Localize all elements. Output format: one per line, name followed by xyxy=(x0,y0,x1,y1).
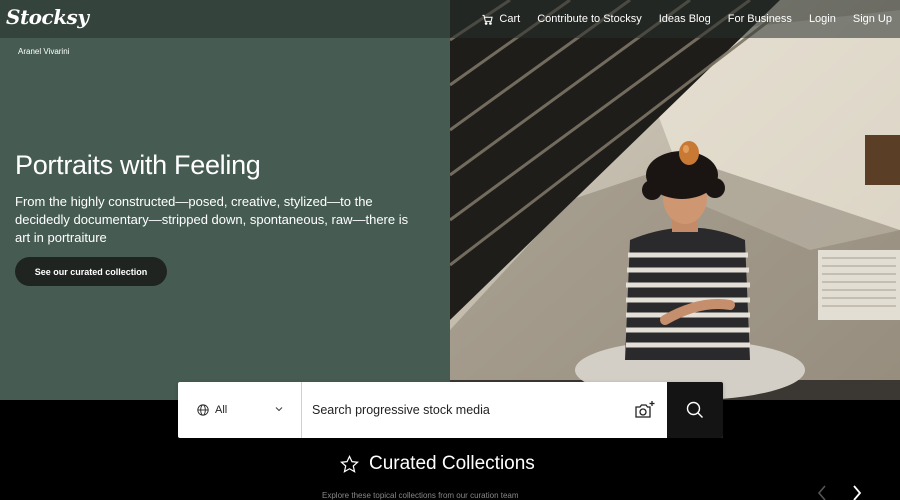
star-icon xyxy=(340,454,359,473)
nav-link-ideas-blog[interactable]: Ideas Blog xyxy=(659,13,711,25)
cart-link[interactable]: Cart xyxy=(482,13,520,25)
visual-search-button[interactable] xyxy=(623,382,667,438)
nav-links: Cart Contribute to Stocksy Ideas Blog Fo… xyxy=(482,0,892,38)
search-bar: All xyxy=(178,382,723,438)
curated-collection-button[interactable]: See our curated collection xyxy=(15,257,167,286)
curated-collections-subtitle: Explore these topical collections from o… xyxy=(322,491,519,500)
top-nav: Stocksy Cart Contribute to Stocksy Ideas… xyxy=(0,0,900,38)
hero-title: Portraits with Feeling xyxy=(15,150,261,180)
hero-panel: Aranel Vivarini Portraits with Feeling F… xyxy=(0,0,450,400)
nav-link-login[interactable]: Login xyxy=(809,13,836,25)
search-scope-dropdown[interactable]: All xyxy=(178,382,302,438)
portrait-photo xyxy=(450,0,900,400)
curated-collections-title: Curated Collections xyxy=(369,453,535,474)
globe-icon xyxy=(197,404,209,416)
hero-image xyxy=(450,0,900,400)
chevron-left-icon xyxy=(817,485,826,500)
nav-link-sign-up[interactable]: Sign Up xyxy=(853,13,892,25)
nav-link-for-business[interactable]: For Business xyxy=(728,13,792,25)
chevron-down-icon xyxy=(275,407,283,412)
photo-credit[interactable]: Aranel Vivarini xyxy=(18,47,69,56)
chevron-right-icon xyxy=(853,485,862,500)
search-scope-label: All xyxy=(215,404,228,416)
hero-description: From the highly constructed—posed, creat… xyxy=(15,194,409,245)
search-submit-button[interactable] xyxy=(667,382,723,438)
cart-icon xyxy=(482,14,494,25)
carousel-next-button[interactable] xyxy=(851,484,863,500)
search-icon xyxy=(686,401,703,418)
stocksy-logo[interactable]: Stocksy xyxy=(6,5,89,29)
nav-link-contribute[interactable]: Contribute to Stocksy xyxy=(537,13,642,25)
search-input[interactable] xyxy=(302,382,623,438)
cart-label: Cart xyxy=(499,13,521,25)
camera-plus-icon xyxy=(635,401,655,418)
carousel-prev-button[interactable] xyxy=(816,484,828,500)
curated-collections-heading: Curated Collections xyxy=(340,453,535,475)
